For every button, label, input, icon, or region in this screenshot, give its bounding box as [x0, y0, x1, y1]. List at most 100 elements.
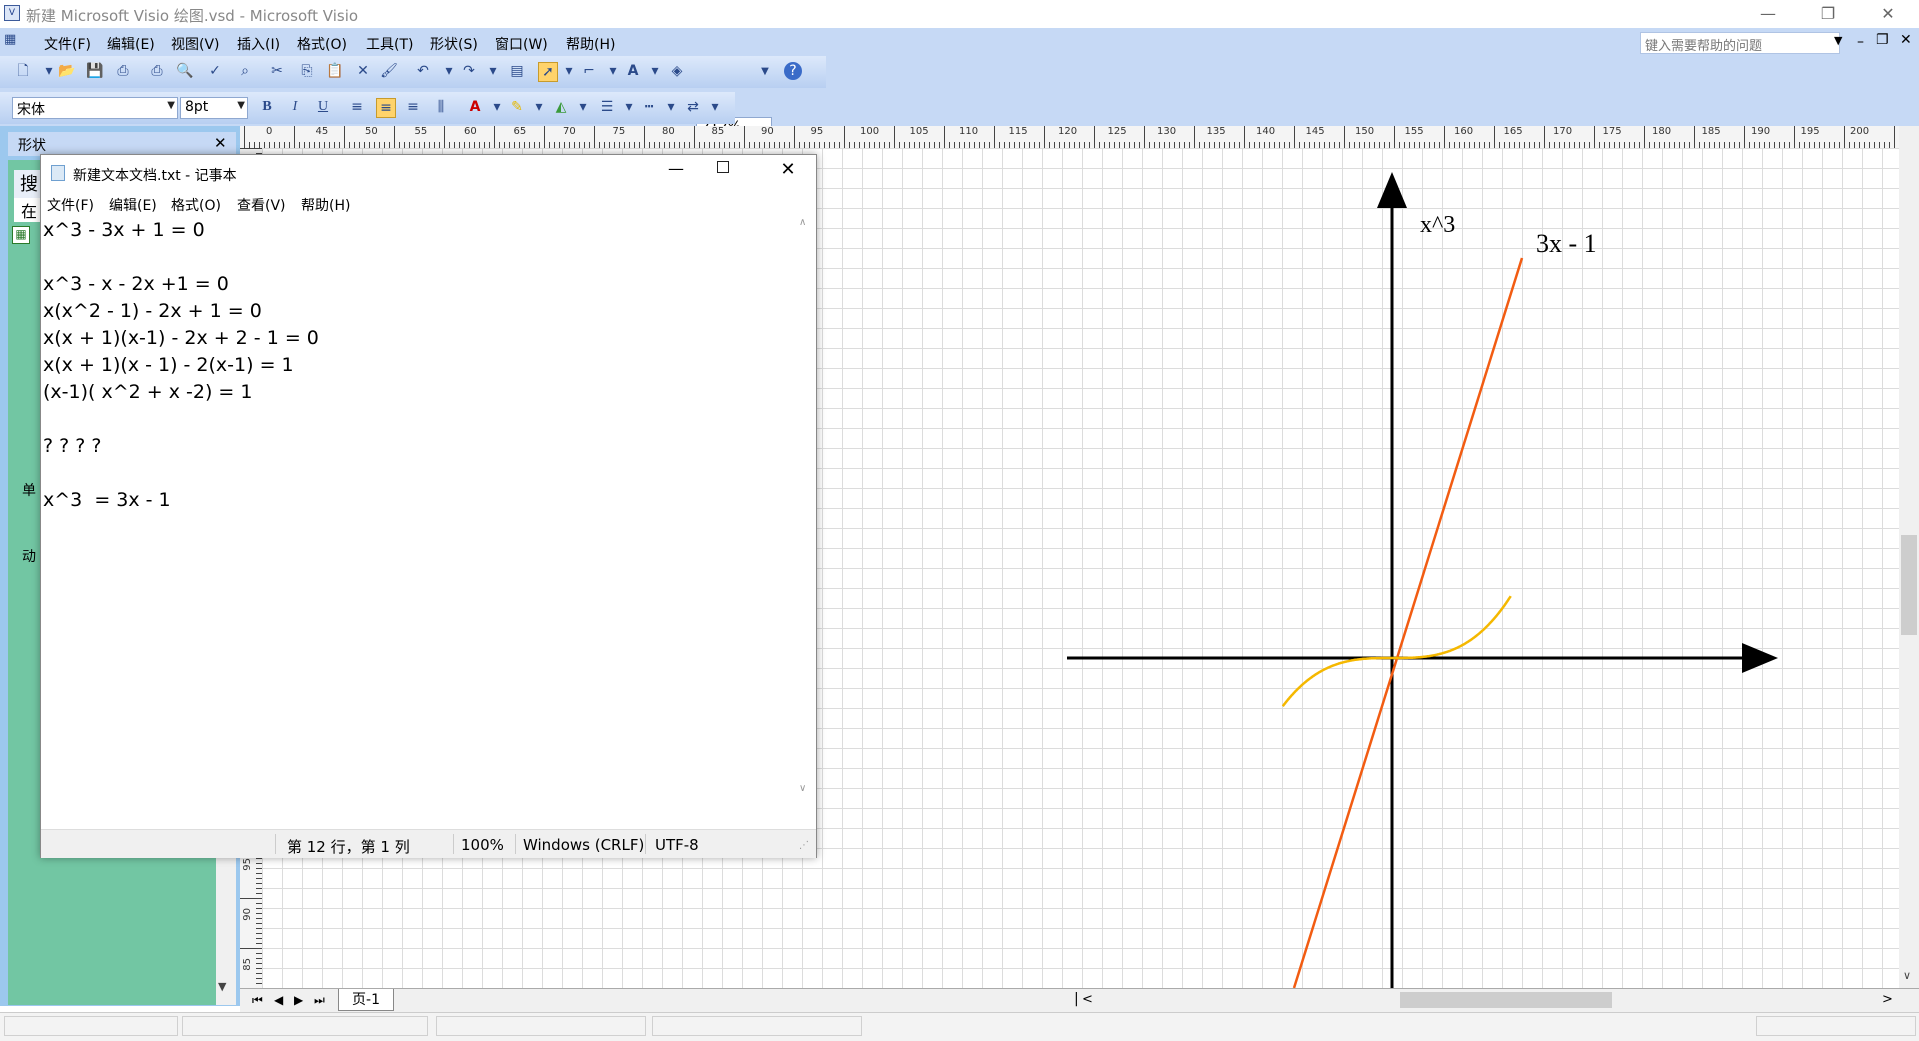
horizontal-scroll-thumb[interactable] [1400, 992, 1612, 1008]
underline-button[interactable]: U [314, 98, 332, 116]
print-preview-icon[interactable]: 🔍 [176, 62, 194, 80]
line-weight-icon[interactable]: ☰ [598, 98, 616, 116]
connector-dropdown-icon[interactable]: ▾ [604, 62, 622, 80]
last-page-icon[interactable]: ⏭ [314, 993, 325, 1008]
font-color-icon[interactable]: A [466, 98, 484, 116]
scroll-right-icon[interactable]: > [1882, 992, 1893, 1007]
notepad-close-icon[interactable]: ✕ [773, 159, 803, 180]
pointer-dropdown-icon[interactable]: ▾ [560, 62, 578, 80]
line-ends-dropdown-icon[interactable]: ▾ [706, 98, 724, 116]
align-left-icon[interactable]: ≡ [348, 98, 366, 116]
research-icon[interactable]: ⌕ [236, 62, 254, 80]
align-center-icon[interactable]: ≡ [376, 98, 396, 118]
help-icon[interactable]: ? [784, 62, 802, 80]
menu-window[interactable]: 窗口(W) [495, 34, 548, 54]
stencil-icon[interactable]: ▦ [12, 226, 30, 244]
text-tool-icon[interactable]: A [624, 62, 642, 80]
permission-icon[interactable]: ⎙ [114, 62, 132, 80]
scroll-left-icon[interactable]: < [1082, 992, 1093, 1007]
scroll-down-icon[interactable]: ∨ [799, 783, 806, 794]
notepad-menu-edit[interactable]: 编辑(E) [109, 195, 157, 215]
italic-button[interactable]: I [286, 98, 304, 116]
help-dropdown-icon[interactable]: ▼ [1834, 34, 1842, 47]
copy-icon[interactable]: ⎘ [298, 62, 316, 80]
line-pattern-dropdown-icon[interactable]: ▾ [662, 98, 680, 116]
notepad-title-bar[interactable]: 新建文本文档.txt - 记事本 — ✕ [41, 155, 816, 191]
notepad-menu-format[interactable]: 格式(O) [171, 195, 221, 215]
line-pattern-icon[interactable]: ┅ [640, 98, 658, 116]
spelling-icon[interactable]: ✓ [206, 62, 224, 80]
menu-insert[interactable]: 插入(I) [237, 34, 280, 54]
notepad-minimize-icon[interactable]: — [661, 159, 691, 178]
zoom-dropdown-icon[interactable]: ▼ [756, 63, 774, 81]
notepad-window[interactable]: 新建文本文档.txt - 记事本 — ✕ 文件(F) 编辑(E) 格式(O) 查… [40, 154, 817, 858]
doc-restore-icon[interactable]: ❐ [1876, 32, 1889, 48]
font-select[interactable]: 宋体 ▼ [12, 97, 178, 119]
fill-color-dropdown-icon[interactable]: ▾ [574, 98, 592, 116]
align-right-icon[interactable]: ≡ [404, 98, 422, 116]
menu-edit[interactable]: 编辑(E) [107, 34, 155, 54]
document-icon[interactable]: ▦ [4, 32, 26, 52]
notepad-menu-help[interactable]: 帮助(H) [301, 195, 350, 215]
line-ends-icon[interactable]: ⇄ [684, 98, 702, 116]
notepad-menu-file[interactable]: 文件(F) [47, 195, 94, 215]
cubic-curve[interactable] [1281, 595, 1512, 707]
line-color-dropdown-icon[interactable]: ▾ [530, 98, 548, 116]
delete-icon[interactable]: ✕ [354, 62, 372, 80]
tab-splitter[interactable]: | [1074, 991, 1079, 1007]
bold-button[interactable]: B [258, 98, 276, 116]
cut-icon[interactable]: ✂ [268, 62, 286, 80]
visio-app-icon[interactable]: V [4, 5, 20, 21]
menu-view[interactable]: 视图(V) [171, 34, 220, 54]
shapes-window-icon[interactable]: ▤ [508, 62, 526, 80]
scroll-down-icon[interactable]: ∨ [1903, 969, 1911, 982]
menu-file[interactable]: 文件(F) [44, 34, 91, 54]
undo-dropdown-icon[interactable]: ▾ [440, 62, 458, 80]
resize-grip-icon[interactable]: ⋰ [799, 840, 809, 851]
scroll-up-icon[interactable]: ∧ [799, 217, 806, 228]
paste-icon[interactable]: 📋 [326, 62, 344, 80]
next-page-icon[interactable]: ▶ [294, 993, 303, 1007]
save-icon[interactable]: 💾 [86, 62, 104, 80]
scroll-down-icon[interactable]: ▼ [218, 980, 226, 993]
print-icon[interactable]: ⎙ [148, 62, 166, 80]
vertical-scroll-thumb[interactable] [1901, 535, 1917, 635]
prev-page-icon[interactable]: ◀ [274, 993, 283, 1007]
text-dropdown-icon[interactable]: ▾ [646, 62, 664, 80]
first-page-icon[interactable]: ⏮ [252, 993, 263, 1008]
shapes-close-icon[interactable]: ✕ [214, 134, 227, 152]
close-icon[interactable]: ✕ [1865, 0, 1911, 28]
menu-tools[interactable]: 工具(T) [366, 34, 413, 54]
notepad-text-area[interactable]: x^3 - 3x + 1 = 0 x^3 - x - 2x +1 = 0 x(x^… [43, 217, 793, 799]
pointer-tool-icon[interactable]: ➚ [538, 62, 558, 82]
notepad-vertical-scrollbar[interactable]: ∧ ∨ [796, 215, 814, 800]
line-weight-dropdown-icon[interactable]: ▾ [620, 98, 638, 116]
doc-minimize-icon[interactable]: – [1857, 34, 1864, 50]
open-icon[interactable]: 📂 [58, 62, 76, 80]
menu-shape[interactable]: 形状(S) [430, 34, 478, 54]
notepad-menu-view[interactable]: 查看(V) [237, 195, 286, 215]
connector-tool-icon[interactable]: ⌐ [580, 62, 598, 80]
fill-color-icon[interactable]: ◭ [552, 98, 570, 116]
ruler-tick [394, 126, 395, 148]
notepad-maximize-icon[interactable] [717, 161, 729, 173]
redo-icon[interactable]: ↷ [460, 62, 478, 80]
help-search-input[interactable]: 键入需要帮助的问题 [1640, 32, 1840, 54]
new-dropdown-icon[interactable]: ▾ [40, 62, 58, 80]
menu-help[interactable]: 帮助(H) [566, 34, 615, 54]
undo-icon[interactable]: ↶ [414, 62, 432, 80]
redo-dropdown-icon[interactable]: ▾ [484, 62, 502, 80]
menu-format[interactable]: 格式(O) [297, 34, 347, 54]
line-color-icon[interactable]: ✎ [508, 98, 526, 116]
minimize-icon[interactable]: — [1745, 0, 1791, 28]
page-tab[interactable]: 页-1 [338, 989, 394, 1011]
font-size-select[interactable]: 8pt ▼ [180, 97, 248, 119]
restore-icon[interactable]: ❐ [1805, 0, 1851, 28]
distribute-icon[interactable]: ⫼ [432, 98, 450, 116]
stamp-tool-icon[interactable]: ◈ [668, 62, 686, 80]
new-icon[interactable]: 🗋 [14, 62, 32, 80]
line-3x-minus-1[interactable] [1292, 257, 1524, 988]
font-color-dropdown-icon[interactable]: ▾ [488, 98, 506, 116]
doc-close-icon[interactable]: ✕ [1900, 32, 1912, 48]
format-painter-icon[interactable]: 🖌 [380, 62, 398, 80]
